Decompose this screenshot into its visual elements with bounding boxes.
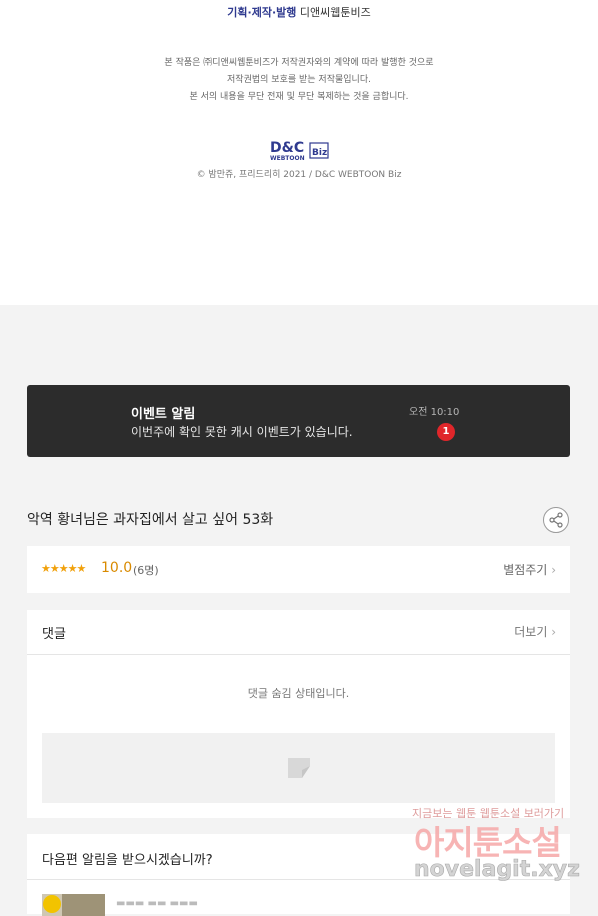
next-episode-alert: 다음편 알림을 받으시겠습니까? ▬▬▬ ▬▬ ▬▬▬ — [27, 834, 570, 916]
chevron-right-icon: › — [551, 625, 556, 639]
production-company: 디앤씨웹툰비즈 — [299, 6, 371, 19]
comments-title: 댓글 — [42, 627, 66, 642]
event-title: 이벤트 알림 — [131, 407, 196, 422]
svg-text:D&C: D&C — [270, 140, 304, 156]
event-time: 오전 10:10 — [409, 407, 460, 418]
svg-text:Biz: Biz — [312, 148, 327, 158]
alert-item-text: ▬▬▬ ▬▬ ▬▬▬ — [116, 898, 198, 909]
rating-score: 10.0 — [101, 560, 133, 576]
event-description: 이번주에 확인 못한 캐시 이벤트가 있습니다. — [131, 425, 353, 439]
thumbnail-image — [62, 894, 105, 916]
production-label: 기획·제작·발행 — [227, 6, 297, 19]
bulb-icon — [43, 895, 61, 913]
rate-button[interactable]: 별점주기 › — [503, 561, 556, 578]
comments-more-button[interactable]: 더보기 › — [514, 623, 556, 640]
event-badge: 1 — [437, 423, 455, 441]
image-placeholder — [42, 733, 555, 803]
comments-section: 댓글 더보기 › 댓글 숨김 상태입니다. — [27, 610, 570, 818]
credits-section: 기획·제작·발행 디앤씨웹툰비즈 본 작품은 ㈜디앤씨웹툰비즈가 저작권자와의 … — [0, 0, 598, 305]
notice-line: 저작권법의 보호를 받는 저작물입니다. — [227, 75, 371, 85]
dnc-webtoon-biz-logo: D&C WEBTOON Biz — [270, 140, 329, 162]
rating-bar: ★★★★★ 10.0 (6명) 별점주기 › — [27, 546, 570, 593]
event-notification[interactable]: 이벤트 알림 이번주에 확인 못한 캐시 이벤트가 있습니다. 오전 10:10… — [27, 385, 570, 457]
notice-line: 본 서의 내용을 무단 전재 및 무단 복제하는 것을 금합니다. — [189, 92, 409, 102]
svg-text:WEBTOON: WEBTOON — [270, 155, 305, 162]
divider — [27, 879, 570, 880]
rating-count: (6명) — [133, 564, 159, 577]
chevron-right-icon: › — [551, 563, 556, 577]
image-placeholder-icon — [288, 758, 310, 778]
copyright-notice: 본 작품은 ㈜디앤씨웹툰비즈가 저작권자와의 계약에 따라 발행한 것으로 저작… — [0, 55, 598, 106]
episode-title: 악역 황녀님은 과자집에서 살고 싶어 53화 — [27, 512, 274, 528]
share-button[interactable] — [543, 507, 569, 533]
copyright-line: © 밤만쥬, 프리드리히 2021 / D&C WEBTOON Biz — [196, 170, 402, 180]
notice-line: 본 작품은 ㈜디앤씨웹툰비즈가 저작권자와의 계약에 따라 발행한 것으로 — [164, 58, 434, 68]
rate-label: 별점주기 — [503, 563, 548, 577]
share-icon — [549, 512, 563, 528]
next-alert-title: 다음편 알림을 받으시겠습니까? — [42, 853, 213, 868]
comments-header: 댓글 더보기 › — [27, 610, 570, 655]
comments-hidden-message: 댓글 숨김 상태입니다. — [247, 687, 350, 700]
rating-stars: ★★★★★ — [41, 562, 86, 575]
more-label: 더보기 — [514, 625, 548, 639]
alert-thumbnail[interactable] — [42, 894, 105, 916]
credit-production: 기획·제작·발행 디앤씨웹툰비즈 — [0, 4, 598, 20]
